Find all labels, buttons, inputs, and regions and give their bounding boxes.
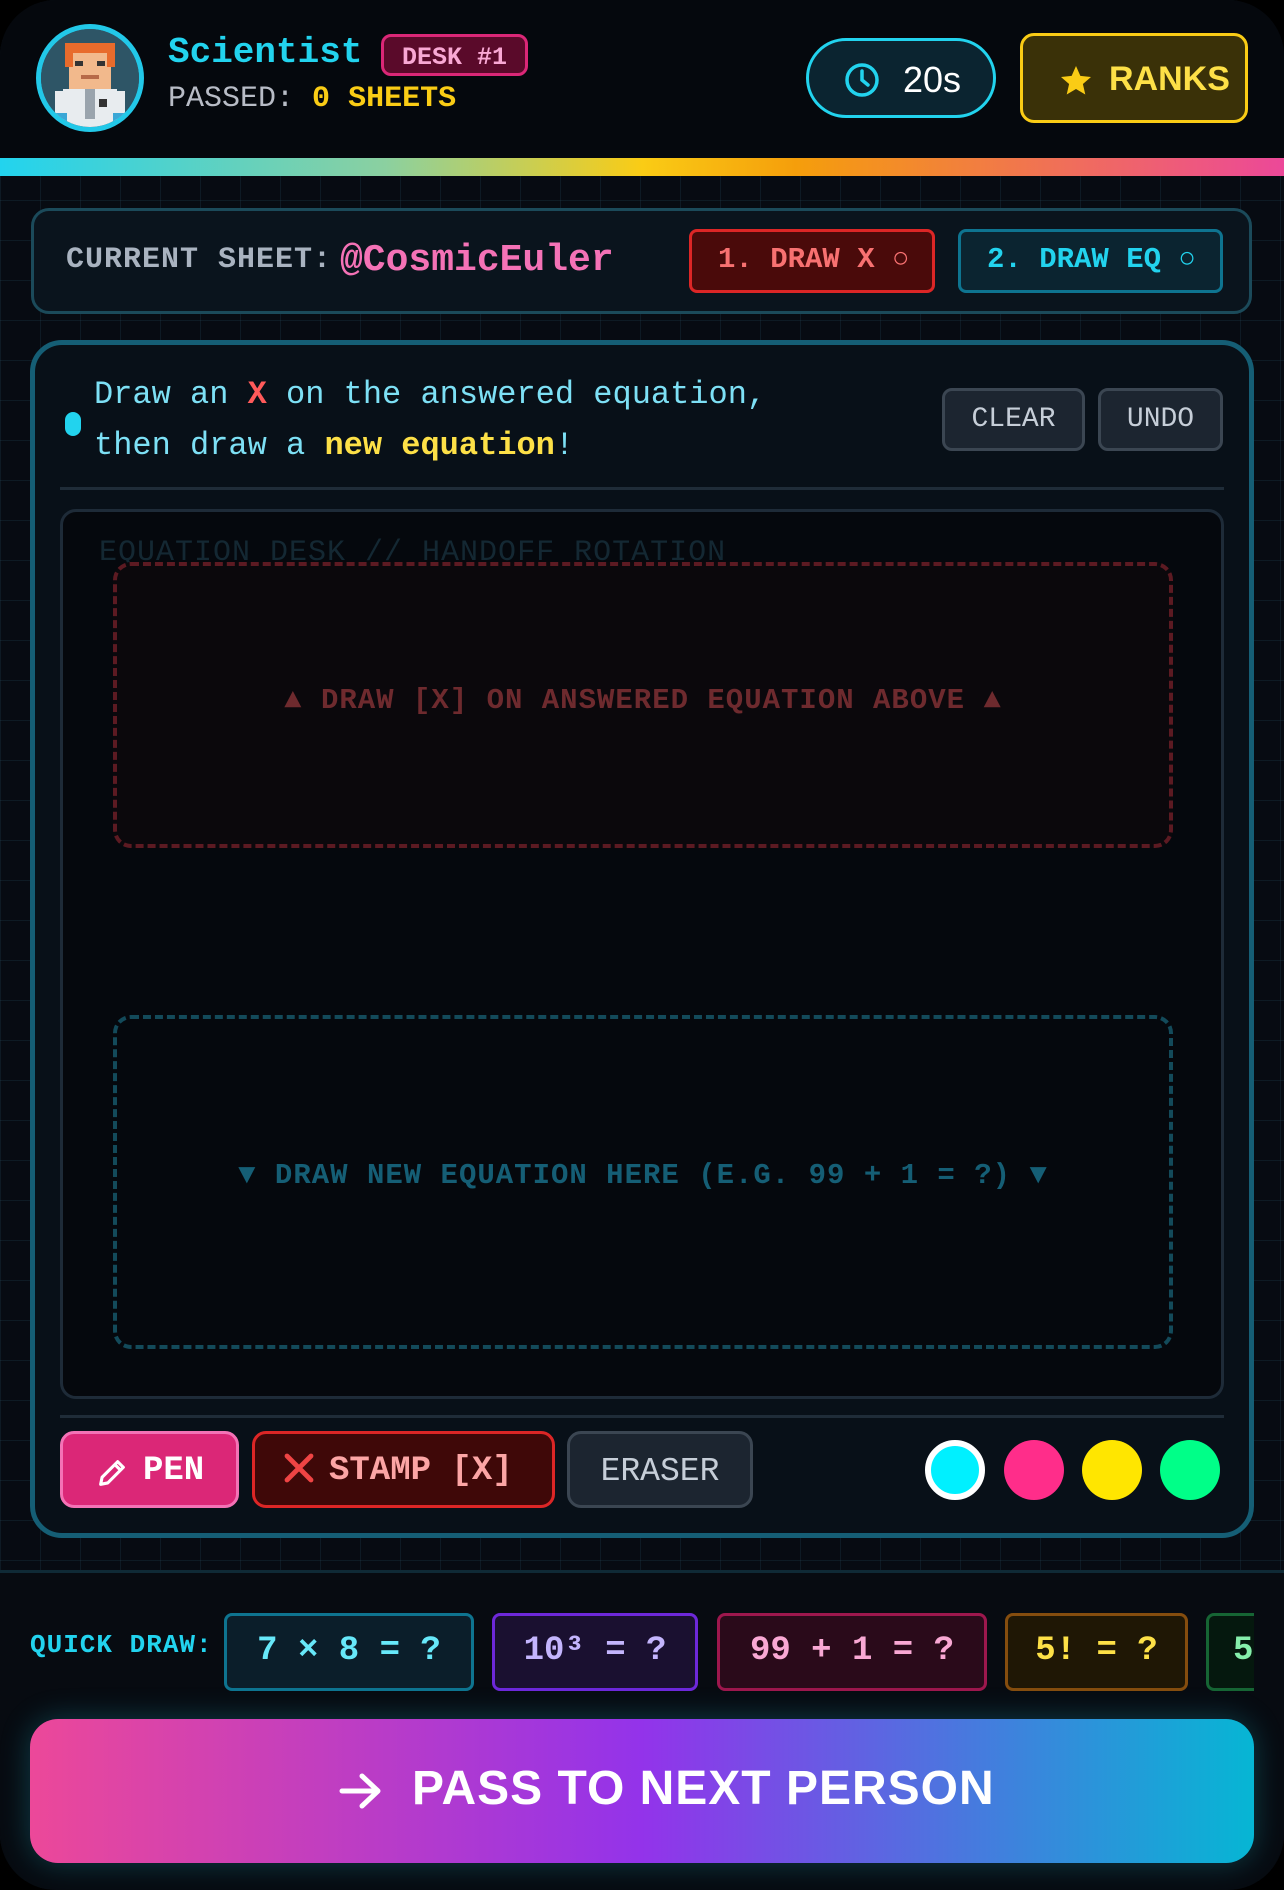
clock-icon [845, 63, 879, 97]
zone-eq-hint: ▼ DRAW NEW EQUATION HERE (E.G. 99 + 1 = … [238, 1159, 1048, 1192]
desk-badge: DESK #1 [381, 34, 529, 76]
pen-tool-button[interactable]: PEN [60, 1431, 239, 1508]
instr-text-1: Draw an [94, 376, 248, 413]
color-swatch-pink[interactable] [1004, 1440, 1064, 1500]
instructions: Draw an X on the answered equation, then… [94, 369, 794, 471]
quick-draw-chip[interactable]: 5! = ? [1005, 1613, 1188, 1691]
pencil-icon [99, 1460, 125, 1486]
stamp-label: STAMP [X] [329, 1452, 513, 1490]
timer-pill: 20s [806, 38, 996, 118]
color-swatch-green[interactable] [1160, 1440, 1220, 1500]
ranks-label: RANKS [1109, 60, 1230, 98]
timer-value: 20s [903, 59, 962, 100]
current-sheet-label: CURRENT SHEET: [66, 243, 333, 277]
star-icon [1061, 66, 1091, 95]
color-swatch-yellow[interactable] [1082, 1440, 1142, 1500]
sheet-user: @CosmicEuler [340, 239, 614, 282]
divider-bottom [60, 1415, 1224, 1418]
eraser-label: ERASER [600, 1453, 720, 1490]
eraser-tool-button[interactable]: ERASER [567, 1431, 753, 1508]
avatar[interactable] [36, 24, 144, 132]
instr-x: X [247, 376, 267, 413]
quick-draw-list: 7 × 8 = ? 10³ = ? 99 + 1 = ? 5! = ? 5 [224, 1613, 1254, 1693]
ranks-button[interactable]: RANKS [1020, 33, 1248, 123]
passed-count: 0 [312, 82, 331, 116]
pass-label: PASS TO NEXT PERSON [412, 1762, 995, 1815]
answered-equation-zone[interactable]: ▲ DRAW [X] ON ANSWERED EQUATION ABOVE ▲ [113, 562, 1173, 848]
zone-x-hint: ▲ DRAW [X] ON ANSWERED EQUATION ABOVE ▲ [284, 684, 1002, 717]
pen-label: PEN [143, 1452, 205, 1490]
passed-unit: SHEETS [348, 82, 457, 116]
drawing-panel: Draw an X on the answered equation, then… [30, 340, 1254, 1538]
arrow-right-icon [339, 1773, 381, 1809]
clear-button[interactable]: CLEAR [942, 388, 1085, 451]
current-sheet-bar: CURRENT SHEET: @CosmicEuler 1. DRAW X ○ … [31, 208, 1252, 314]
passed-counter: PASSED: 0 SHEETS [168, 82, 456, 116]
status-dot [65, 412, 81, 436]
color-swatch-cyan[interactable] [925, 1440, 985, 1500]
quick-draw-chip[interactable]: 7 × 8 = ? [224, 1613, 474, 1691]
app-screen: Scientist DESK #1 PASSED: 0 SHEETS 20s R… [0, 0, 1284, 1890]
quick-draw-label: QUICK DRAW: [30, 1630, 213, 1660]
progress-rainbow-bar [0, 158, 1284, 176]
passed-label: PASSED: [168, 82, 295, 116]
quick-draw-chip[interactable]: 10³ = ? [492, 1613, 698, 1691]
step-draw-x: 1. DRAW X ○ [689, 229, 935, 293]
bottom-bar: QUICK DRAW: 7 × 8 = ? 10³ = ? 99 + 1 = ?… [0, 1570, 1284, 1890]
drawing-canvas[interactable]: EQUATION DESK // HANDOFF ROTATION ▲ DRAW… [60, 509, 1224, 1399]
stamp-tool-button[interactable]: STAMP [X] [252, 1431, 555, 1508]
quick-draw-chip[interactable]: 5 [1206, 1613, 1254, 1691]
player-title: Scientist [168, 32, 363, 73]
x-icon [284, 1453, 314, 1483]
step-draw-eq: 2. DRAW EQ ○ [958, 229, 1223, 293]
pass-to-next-button[interactable]: PASS TO NEXT PERSON [30, 1719, 1254, 1863]
instr-new-equation: new equation [324, 427, 555, 464]
new-equation-zone[interactable]: ▼ DRAW NEW EQUATION HERE (E.G. 99 + 1 = … [113, 1015, 1173, 1349]
quick-draw-chip[interactable]: 99 + 1 = ? [717, 1613, 987, 1691]
divider-top [60, 487, 1224, 490]
undo-button[interactable]: UNDO [1098, 388, 1223, 451]
instr-text-3: ! [554, 427, 575, 464]
header: Scientist DESK #1 PASSED: 0 SHEETS 20s R… [0, 0, 1284, 158]
